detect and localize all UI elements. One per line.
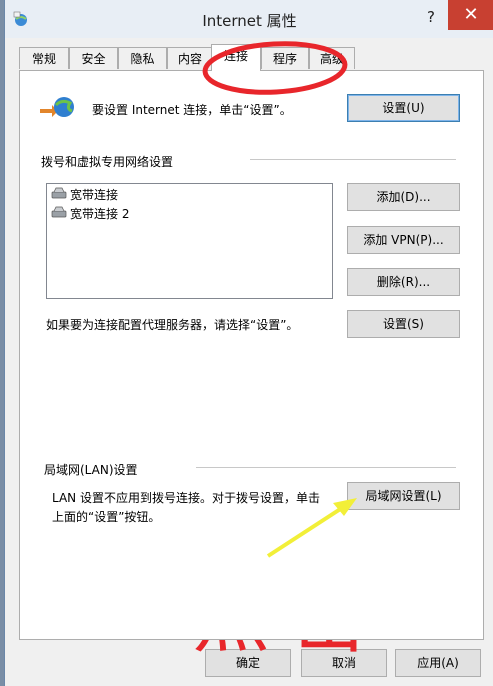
tab-programs[interactable]: 程序 [261,47,309,69]
dialup-heading: 拨号和虚拟专用网络设置 [41,155,174,169]
lan-instruction-line2: 上面的“设置”按钮。 [52,510,161,524]
tab-security[interactable]: 安全 [69,47,118,69]
dialup-divider [250,159,456,160]
globe-connection-icon [38,95,76,121]
connection-list[interactable]: 宽带连接 宽带连接 2 [46,183,333,299]
setup-button[interactable]: 设置(U) [347,94,460,122]
list-item[interactable]: 宽带连接 2 [51,205,129,223]
lan-instruction-line1: LAN 设置不应用到拨号连接。对于拨号设置，单击 [52,491,320,505]
add-vpn-button[interactable]: 添加 VPN(P)... [347,226,460,254]
tab-general[interactable]: 常规 [19,47,69,69]
title-bar: Internet 属性 ? ✕ [5,0,493,38]
close-button[interactable]: ✕ [448,0,493,30]
apply-button[interactable]: 应用(A) [395,649,481,677]
tab-advanced[interactable]: 高级 [309,47,355,69]
help-button[interactable]: ? [423,8,439,26]
modem-icon [51,186,67,205]
dialup-settings-button[interactable]: 设置(S) [347,310,460,338]
modem-icon [51,205,67,224]
window-title: Internet 属性 [202,12,297,30]
connection-name: 宽带连接 2 [70,207,130,221]
tab-content[interactable]: 内容 [167,47,213,69]
remove-button[interactable]: 删除(R)... [347,268,460,296]
setup-instruction: 要设置 Internet 连接，单击“设置”。 [92,103,292,117]
lan-settings-button[interactable]: 局域网设置(L) [347,482,460,510]
connections-panel: 要设置 Internet 连接，单击“设置”。 设置(U) 拨号和虚拟专用网络设… [19,70,484,640]
lan-heading: 局域网(LAN)设置 [44,463,138,477]
connection-name: 宽带连接 [70,188,119,202]
list-item[interactable]: 宽带连接 [51,186,118,204]
add-button[interactable]: 添加(D)... [347,183,460,211]
proxy-instruction: 如果要为连接配置代理服务器，请选择“设置”。 [46,318,299,332]
tab-connections[interactable]: 连接 [211,44,261,71]
lan-divider [196,467,456,468]
tab-privacy[interactable]: 隐私 [118,47,167,69]
internet-properties-window: Internet 属性 ? ✕ 常规 安全 隐私 内容 连接 程序 高级 要设置… [4,0,493,686]
